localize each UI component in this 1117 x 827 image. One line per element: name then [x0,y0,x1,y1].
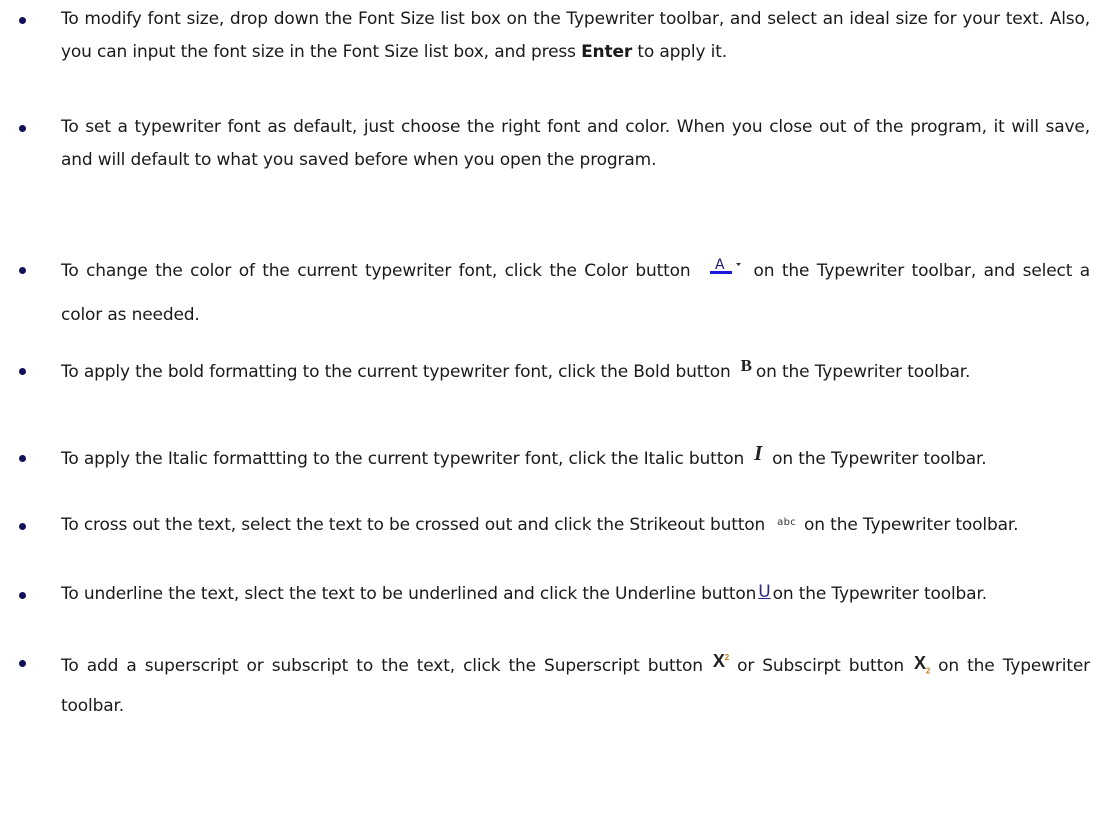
subscript-icon: X2 [913,653,931,676]
text-segment: on the Typewriter toolbar. [772,584,988,604]
list-item-text: To apply the bold formatting to the curr… [61,350,1090,394]
text-segment: To change the color of the current typew… [61,261,691,281]
font-color-icon: A [710,257,742,274]
subscript-icon-glyph: X [913,653,926,673]
text-segment: on the Typewriter toolbar. [804,515,1019,535]
bullet-dot [19,660,26,667]
bullet-dot [19,368,26,375]
text-segment: To modify font size, drop down the Font … [61,9,1090,62]
text-segment: To cross out the text, select the text t… [61,515,766,535]
list-item-text: To add a superscript or subscript to the… [61,646,1090,722]
text-segment: To underline the text, slect the text to… [61,584,757,604]
superscript-icon-glyph: X [712,651,725,671]
bullet-dot [19,125,26,132]
superscript-icon: X2 [713,651,729,671]
text-segment: To apply the Italic formattting to the c… [61,449,745,469]
list-item-text: To apply the Italic formattting to the c… [61,441,1090,475]
bullet-dot [19,267,26,274]
list-item-text: To cross out the text, select the text t… [61,509,1090,544]
list-item-text: To set a typewriter font as default, jus… [61,111,1090,177]
text-segment: on the Typewriter toolbar. [772,449,987,469]
bullet-dot [19,455,26,462]
bullet-dot [19,592,26,599]
superscript-icon-mark: 2 [724,653,730,662]
bold-icon: B [740,356,752,375]
text-segment: To set a typewriter font as default, jus… [61,117,1090,170]
text-segment: to apply it. [632,42,727,62]
text-bold-segment: Enter [581,42,633,62]
list-item-text: To change the color of the current typew… [61,249,1090,337]
bullet-dot [19,523,26,530]
italic-icon: I [754,441,763,465]
list-item-text: To underline the text, slect the text to… [61,578,1090,610]
svg-text:A: A [715,257,725,273]
bullet-dot [19,17,26,24]
text-segment: To apply the bold formatting to the curr… [61,362,731,382]
list-item-text: To modify font size, drop down the Font … [61,3,1090,69]
text-segment: on the Typewriter toolbar. [755,362,971,382]
strikeout-icon: abc [777,517,797,528]
text-segment: To add a superscript or subscript to the… [61,656,703,676]
underline-icon: U [758,582,771,602]
subscript-icon-mark: 2 [925,666,931,676]
text-segment: or Subscirpt button [737,656,904,676]
